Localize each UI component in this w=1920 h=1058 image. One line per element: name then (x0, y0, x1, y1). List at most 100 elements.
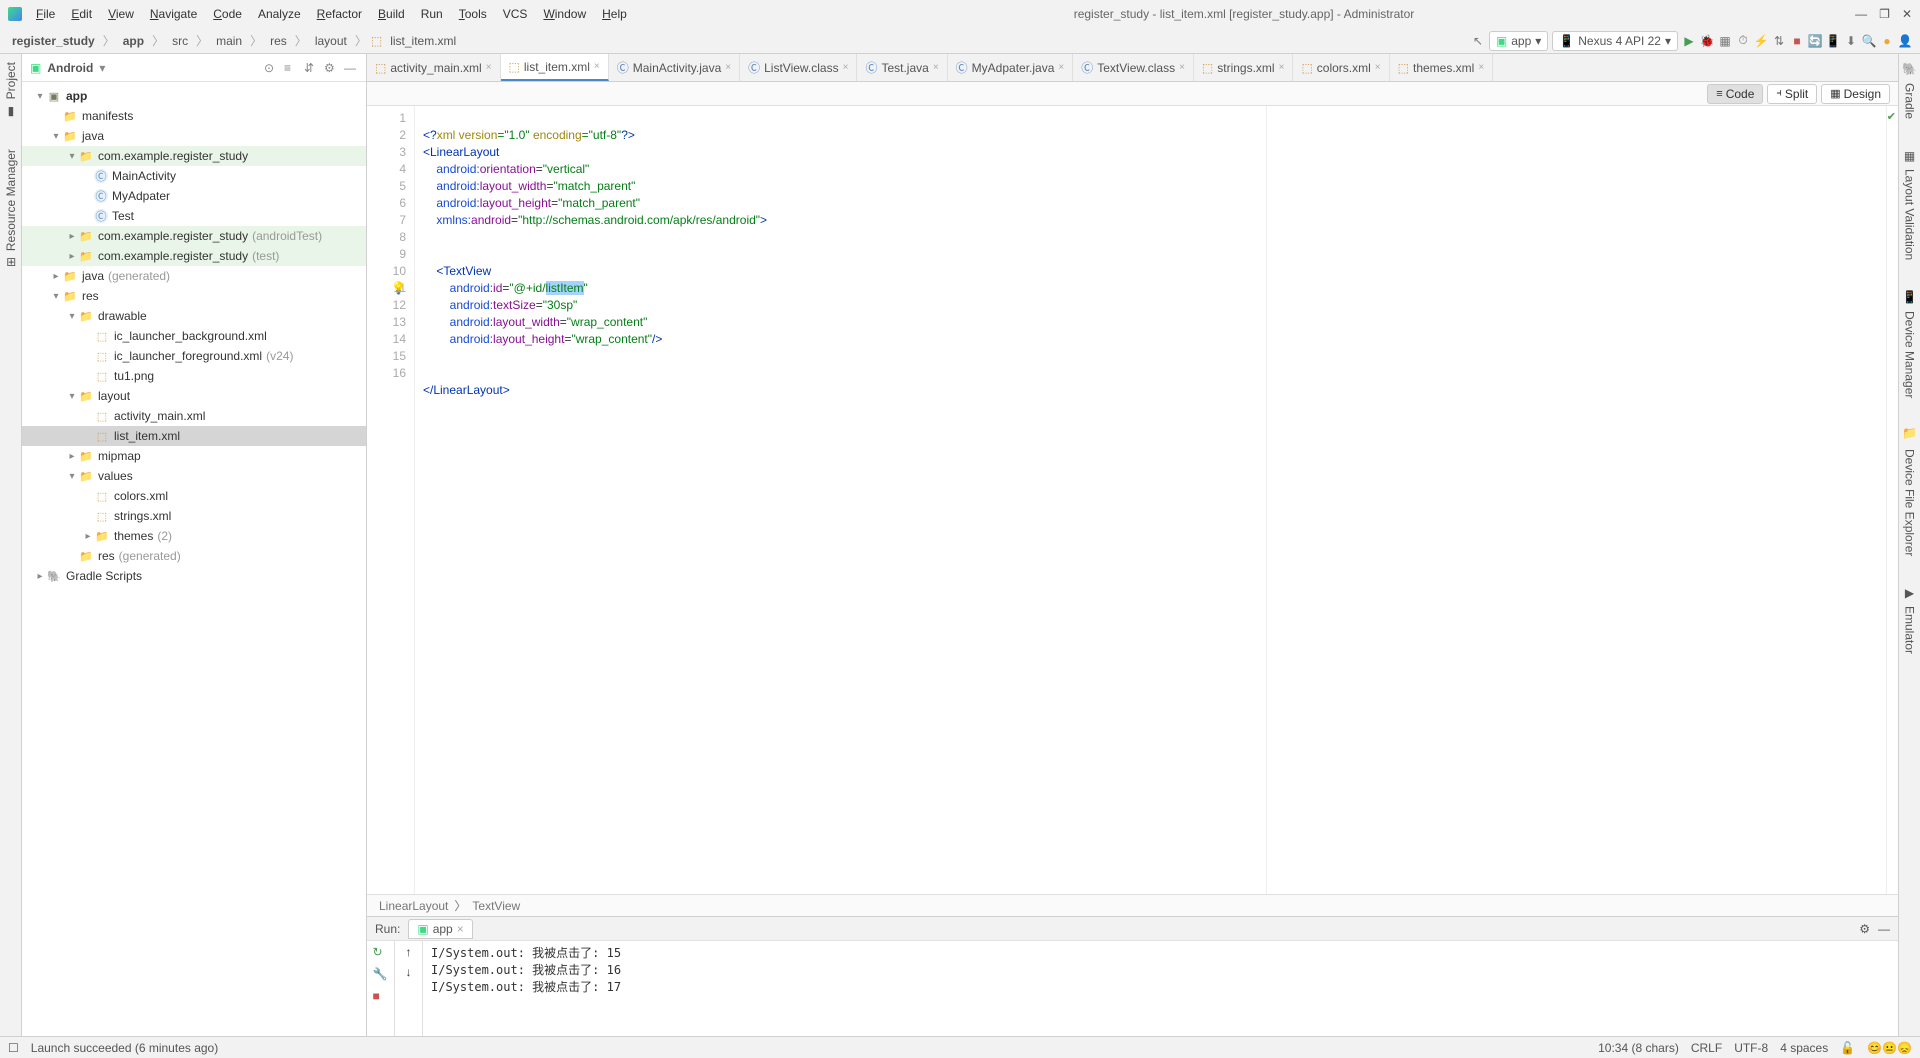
hide-panel-icon[interactable]: — (344, 61, 358, 75)
tab-close-icon[interactable]: × (1375, 62, 1381, 73)
menu-view[interactable]: View (102, 5, 140, 23)
run-settings-icon[interactable]: 🔧 (373, 967, 389, 983)
sdk-manager-icon[interactable]: ⬇ (1844, 34, 1858, 48)
crumb-res[interactable]: res (266, 33, 291, 49)
crumb-file[interactable]: list_item.xml (386, 33, 460, 49)
sync-icon[interactable]: 🔄 (1808, 34, 1822, 48)
tool-device-manager[interactable]: 📱Device Manager (1903, 290, 1917, 398)
tree-node-themes[interactable]: ▸📁themes(2) (22, 526, 366, 546)
status-encoding[interactable]: UTF-8 (1734, 1041, 1768, 1055)
view-split-button[interactable]: ⫞ Split (1767, 84, 1817, 104)
account-icon[interactable]: 👤 (1898, 34, 1912, 48)
view-design-button[interactable]: ▦ Design (1821, 84, 1890, 104)
tab-activity-main-xml[interactable]: ⬚activity_main.xml× (367, 54, 501, 81)
tree-node-colors-xml[interactable]: ⬚colors.xml (22, 486, 366, 506)
run-tab[interactable]: ▣app× (408, 919, 472, 939)
tool-layout-validation[interactable]: ▦Layout Validation (1903, 149, 1917, 260)
run-config-selector[interactable]: ▣app▾ (1489, 31, 1548, 51)
tab-close-icon[interactable]: × (1058, 62, 1064, 73)
tree-node-java[interactable]: ▸📁java(generated) (22, 266, 366, 286)
bulb-icon[interactable]: 💡 (391, 280, 407, 296)
tree-node-values[interactable]: ▾📁values (22, 466, 366, 486)
search-icon[interactable]: 🔍 (1862, 34, 1876, 48)
view-code-button[interactable]: ≡ Code (1707, 84, 1763, 104)
tab-close-icon[interactable]: × (843, 62, 849, 73)
tree-node-tu1-png[interactable]: ⬚tu1.png (22, 366, 366, 386)
attach-debugger-icon[interactable]: ⇅ (1772, 34, 1786, 48)
run-hide-icon[interactable]: — (1878, 922, 1890, 936)
menu-navigate[interactable]: Navigate (144, 5, 203, 23)
tree-node-myadpater[interactable]: ⒸMyAdpater (22, 186, 366, 206)
status-indent[interactable]: 4 spaces (1780, 1041, 1828, 1055)
menu-window[interactable]: Window (537, 5, 592, 23)
crumb-app[interactable]: app (119, 33, 148, 49)
tab-listview-class[interactable]: ⒸListView.class× (740, 54, 857, 81)
tree-node-layout[interactable]: ▾📁layout (22, 386, 366, 406)
run-stop-icon[interactable]: ■ (373, 989, 389, 1005)
minimize-icon[interactable]: — (1855, 7, 1867, 21)
run-icon[interactable]: ▶ (1682, 34, 1696, 48)
project-tree[interactable]: ▾▣app 📁manifests▾📁java▾📁com.example.regi… (22, 82, 366, 1036)
code-content[interactable]: <?xml version="1.0" encoding="utf-8"?> <… (415, 106, 1266, 894)
tab-close-icon[interactable]: × (486, 62, 492, 73)
expand-icon[interactable]: ≡ (284, 61, 298, 75)
tree-node-com-example-register-study[interactable]: ▸📁com.example.register_study(test) (22, 246, 366, 266)
tool-gradle[interactable]: 🐘Gradle (1903, 62, 1917, 119)
tab-mainactivity-java[interactable]: ⒸMainActivity.java× (609, 54, 740, 81)
tool-resource-manager[interactable]: ⊞Resource Manager (4, 149, 18, 267)
tab-close-icon[interactable]: × (1478, 62, 1484, 73)
coverage-icon[interactable]: ▦ (1718, 34, 1732, 48)
tree-node-test[interactable]: ⒸTest (22, 206, 366, 226)
menu-edit[interactable]: Edit (65, 5, 98, 23)
crumb-layout[interactable]: layout (311, 33, 351, 49)
menu-code[interactable]: Code (207, 5, 248, 23)
tab-themes-xml[interactable]: ⬚themes.xml× (1390, 54, 1494, 81)
status-line-ending[interactable]: CRLF (1691, 1041, 1722, 1055)
scroll-down-icon[interactable]: ↓ (406, 965, 412, 979)
select-opened-icon[interactable]: ⊙ (264, 61, 278, 75)
tree-node-strings-xml[interactable]: ⬚strings.xml (22, 506, 366, 526)
status-position[interactable]: 10:34 (8 chars) (1598, 1041, 1679, 1055)
menu-vcs[interactable]: VCS (497, 5, 534, 23)
tab-test-java[interactable]: ⒸTest.java× (857, 54, 947, 81)
maximize-icon[interactable]: ❐ (1879, 7, 1890, 21)
close-icon[interactable]: ✕ (1902, 7, 1912, 21)
rerun-icon[interactable]: ↻ (373, 945, 389, 961)
menu-tools[interactable]: Tools (453, 5, 493, 23)
crumb-src[interactable]: src (168, 33, 192, 49)
assistant-icon[interactable]: ● (1880, 34, 1894, 48)
tree-node-app[interactable]: ▾▣app (22, 86, 366, 106)
stop-icon[interactable]: ■ (1790, 34, 1804, 48)
tree-node-res[interactable]: ▾📁res (22, 286, 366, 306)
collapse-icon[interactable]: ⇵ (304, 61, 318, 75)
menu-file[interactable]: File (30, 5, 61, 23)
avd-manager-icon[interactable]: 📱 (1826, 34, 1840, 48)
tree-node-res[interactable]: 📁res(generated) (22, 546, 366, 566)
tree-node-com-example-register-study[interactable]: ▸📁com.example.register_study(androidTest… (22, 226, 366, 246)
tree-node-ic-launcher-foreground-xml[interactable]: ⬚ic_launcher_foreground.xml(v24) (22, 346, 366, 366)
tool-project[interactable]: ▮Project (4, 62, 18, 119)
tab-myadpater-java[interactable]: ⒸMyAdpater.java× (948, 54, 1074, 81)
debug-icon[interactable]: 🐞 (1700, 34, 1714, 48)
tool-emulator[interactable]: ▶Emulator (1903, 586, 1917, 654)
tab-textview-class[interactable]: ⒸTextView.class× (1073, 54, 1194, 81)
tab-strings-xml[interactable]: ⬚strings.xml× (1194, 54, 1294, 81)
menu-run[interactable]: Run (415, 5, 449, 23)
status-lock-icon[interactable]: 🔓 (1840, 1041, 1855, 1055)
run-gear-icon[interactable]: ⚙ (1859, 922, 1870, 936)
apply-changes-icon[interactable]: ⚡ (1754, 34, 1768, 48)
tree-node-mainactivity[interactable]: ⒸMainActivity (22, 166, 366, 186)
tab-close-icon[interactable]: × (594, 61, 600, 72)
tree-node-gradle-scripts[interactable]: ▸🐘Gradle Scripts (22, 566, 366, 586)
tree-node-com-example-register-study[interactable]: ▾📁com.example.register_study (22, 146, 366, 166)
menu-analyze[interactable]: Analyze (252, 5, 307, 23)
tree-node-activity-main-xml[interactable]: ⬚activity_main.xml (22, 406, 366, 426)
tab-close-icon[interactable]: × (1179, 62, 1185, 73)
crumb-linearlayout[interactable]: LinearLayout (379, 899, 448, 913)
profile-icon[interactable]: ⏱ (1736, 34, 1750, 48)
code-editor[interactable]: 12345678910111213141516 <?xml version="1… (367, 106, 1898, 894)
tree-node-ic-launcher-background-xml[interactable]: ⬚ic_launcher_background.xml (22, 326, 366, 346)
device-selector[interactable]: 📱Nexus 4 API 22▾ (1552, 31, 1678, 51)
code-minimap[interactable]: ✔ (1886, 106, 1898, 894)
tab-close-icon[interactable]: × (933, 62, 939, 73)
